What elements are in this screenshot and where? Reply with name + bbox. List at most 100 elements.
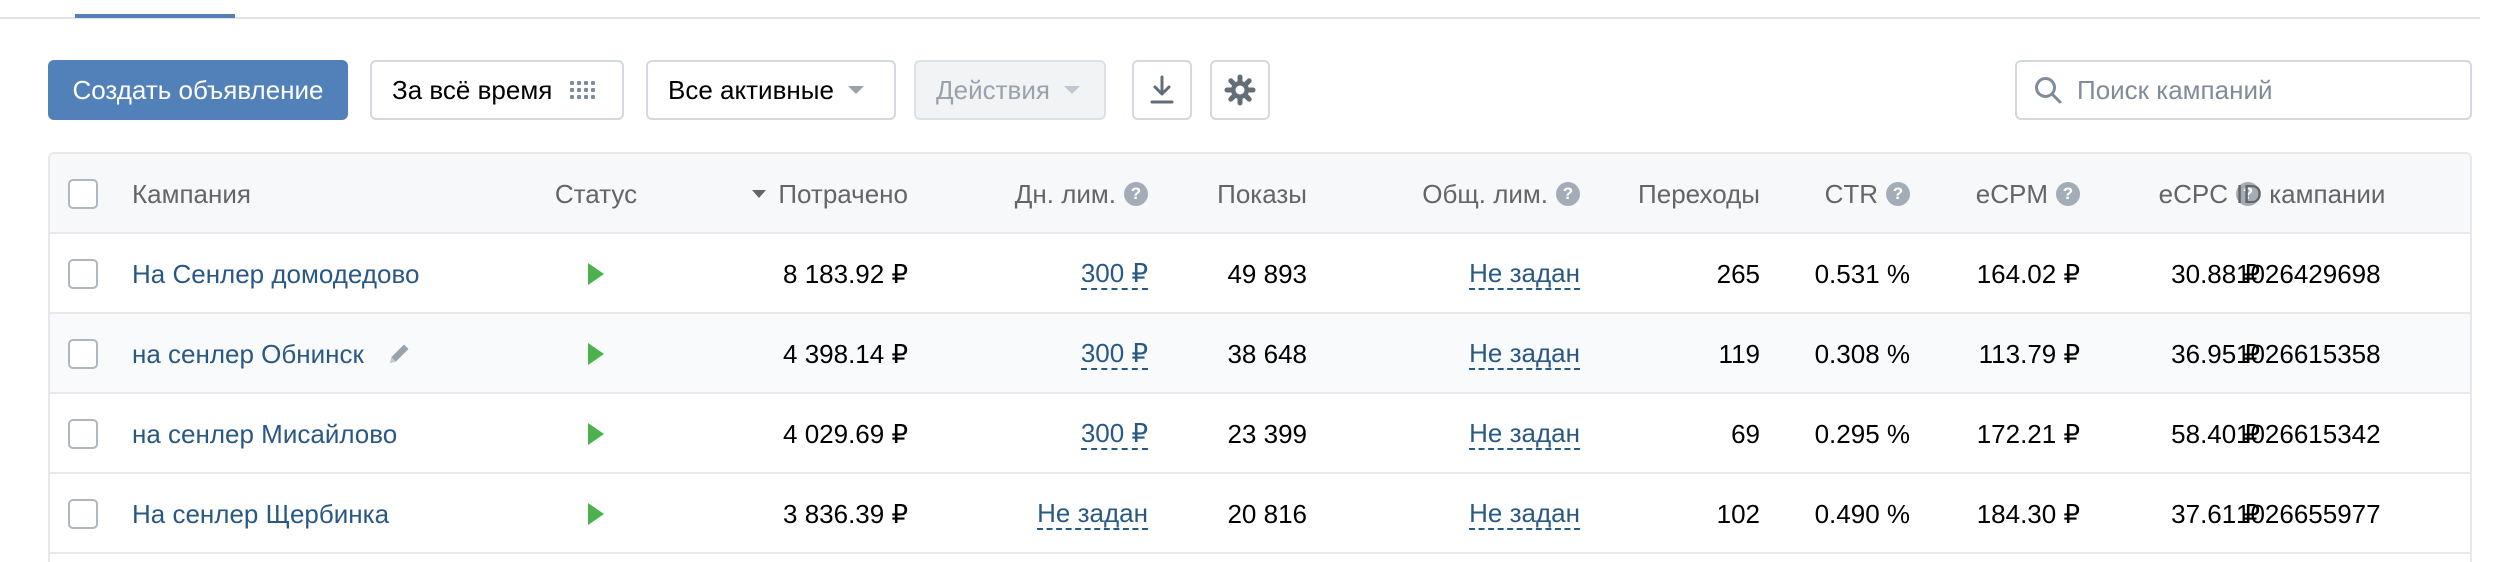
campaign-id-cell: 1026615358 <box>2236 338 2381 369</box>
download-icon <box>1150 75 1174 104</box>
row-checkbox[interactable] <box>68 499 98 529</box>
clicks-cell: 69 <box>1731 418 1760 449</box>
general-limit-link[interactable]: Не задан <box>1469 418 1580 450</box>
column-header-day-limit-label: Дн. лим. <box>1014 178 1116 209</box>
calendar-grid-icon <box>570 81 596 99</box>
general-limit-cell: Не задан <box>1330 234 1580 314</box>
campaign-name-link[interactable]: На Сенлер домодедово <box>132 234 419 314</box>
column-header-general-limit-label: Общ. лим. <box>1422 178 1548 209</box>
row-checkbox[interactable] <box>68 419 98 449</box>
column-header-ecpc-label: eCPC <box>2158 178 2228 209</box>
actions-dropdown[interactable]: Действия <box>914 60 1106 120</box>
select-all-cell <box>68 154 98 234</box>
spent-cell: 3 836.39 ₽ <box>783 498 908 529</box>
column-header-ctr[interactable]: CTR ? <box>1770 154 1910 234</box>
day-limit-link[interactable]: 300 ₽ <box>1080 418 1148 450</box>
column-header-ecpm-label: eCPM <box>1975 178 2048 209</box>
chevron-down-icon <box>1063 86 1080 94</box>
general-limit-cell: Не задан <box>1330 474 1580 554</box>
column-header-ecpc[interactable]: eCPC ? <box>2090 154 2260 234</box>
table-row: на сенлер Обнинск 4 398.14 ₽ 300 ₽ 38 64… <box>50 314 2470 394</box>
column-header-campaign-id[interactable]: ID кампании <box>2236 154 2466 234</box>
clicks-cell: 265 <box>1716 258 1760 289</box>
ecpm-cell: 113.79 ₽ <box>1978 338 2080 369</box>
ecpc-cell: 30.88 ₽ <box>2171 258 2260 289</box>
ecpc-cell: 58.40 ₽ <box>2171 418 2260 449</box>
chevron-down-icon <box>847 86 864 94</box>
download-button[interactable] <box>1132 60 1192 120</box>
settings-button[interactable] <box>1210 60 1270 120</box>
row-checkbox[interactable] <box>68 259 98 289</box>
ecpc-cell: 37.61 ₽ <box>2171 498 2260 529</box>
general-limit-link[interactable]: Не задан <box>1469 338 1580 370</box>
gear-icon <box>1224 74 1256 106</box>
status-filter-label: Все активные <box>668 74 834 105</box>
tab-bar-divider <box>0 14 2480 19</box>
campaign-name-cell: на сенлер Обнинск <box>132 314 412 394</box>
campaign-name-link[interactable]: на сенлер Мисайлово <box>132 394 397 474</box>
campaigns-table: Кампания Статус Потрачено Дн. лим. ? Пок… <box>48 152 2472 562</box>
help-icon[interactable]: ? <box>2056 182 2080 206</box>
day-limit-cell: Не задан <box>930 474 1148 554</box>
day-limit-link[interactable]: Не задан <box>1037 498 1148 530</box>
column-header-day-limit[interactable]: Дн. лим. ? <box>930 154 1148 234</box>
ctr-cell: 0.308 % <box>1814 338 1910 369</box>
status-filter-select[interactable]: Все активные <box>646 60 896 120</box>
row-select-cell <box>68 394 98 474</box>
spent-cell: 4 029.69 ₽ <box>783 418 908 449</box>
help-icon[interactable]: ? <box>1124 182 1148 206</box>
spent-cell: 8 183.92 ₽ <box>783 258 908 289</box>
column-header-shows[interactable]: Показы <box>1160 154 1307 234</box>
column-header-general-limit[interactable]: Общ. лим. ? <box>1330 154 1580 234</box>
period-select-label: За всё время <box>392 74 553 105</box>
spent-cell: 4 398.14 ₽ <box>783 338 908 369</box>
column-header-spent[interactable]: Потрачено <box>650 154 908 234</box>
row-select-cell <box>68 234 98 314</box>
campaign-name-link[interactable]: на сенлер Обнинск <box>132 339 364 370</box>
shows-cell: 38 648 <box>1227 338 1307 369</box>
column-header-status[interactable]: Статус <box>536 154 656 234</box>
campaign-search-box[interactable] <box>2015 60 2472 120</box>
campaign-id-cell: 1026429698 <box>2236 258 2381 289</box>
column-header-campaign[interactable]: Кампания <box>132 154 251 234</box>
column-header-clicks[interactable]: Переходы <box>1590 154 1760 234</box>
sort-desc-icon <box>752 190 767 198</box>
search-input[interactable] <box>2077 74 2437 106</box>
campaign-id-cell: 1026615342 <box>2236 418 2381 449</box>
general-limit-cell: Не задан <box>1330 314 1580 394</box>
column-header-spent-label: Потрачено <box>778 178 908 209</box>
period-select[interactable]: За всё время <box>370 60 624 120</box>
column-header-ecpm[interactable]: eCPM ? <box>1920 154 2080 234</box>
row-select-cell <box>68 314 98 394</box>
pencil-edit-icon[interactable] <box>386 341 412 367</box>
column-header-ctr-label: CTR <box>1824 178 1878 209</box>
play-status-icon[interactable] <box>588 263 604 285</box>
day-limit-link[interactable]: 300 ₽ <box>1080 258 1148 290</box>
general-limit-link[interactable]: Не задан <box>1469 258 1580 290</box>
clicks-cell: 119 <box>1718 338 1760 369</box>
shows-cell: 23 399 <box>1227 418 1307 449</box>
shows-cell: 20 816 <box>1227 498 1307 529</box>
status-cell <box>536 234 656 314</box>
status-cell <box>536 474 656 554</box>
campaign-name-link[interactable]: На сенлер Щербинка <box>132 474 389 554</box>
ecpc-cell: 36.95 ₽ <box>2171 338 2260 369</box>
play-status-icon[interactable] <box>588 423 604 445</box>
play-status-icon[interactable] <box>588 503 604 525</box>
day-limit-cell: 300 ₽ <box>930 394 1148 474</box>
select-all-checkbox[interactable] <box>68 179 98 209</box>
ecpm-cell: 172.21 ₽ <box>1976 418 2080 449</box>
help-icon[interactable]: ? <box>1556 182 1580 206</box>
status-cell <box>536 314 656 394</box>
create-ad-button[interactable]: Создать объявление <box>48 60 348 120</box>
row-select-cell <box>68 474 98 554</box>
clicks-cell: 102 <box>1716 498 1760 529</box>
help-icon[interactable]: ? <box>1886 182 1910 206</box>
day-limit-link[interactable]: 300 ₽ <box>1080 338 1148 370</box>
play-status-icon[interactable] <box>588 343 604 365</box>
ctr-cell: 0.531 % <box>1814 258 1910 289</box>
general-limit-link[interactable]: Не задан <box>1469 498 1580 530</box>
general-limit-cell: Не задан <box>1330 394 1580 474</box>
row-checkbox[interactable] <box>68 339 98 369</box>
ctr-cell: 0.490 % <box>1814 498 1910 529</box>
